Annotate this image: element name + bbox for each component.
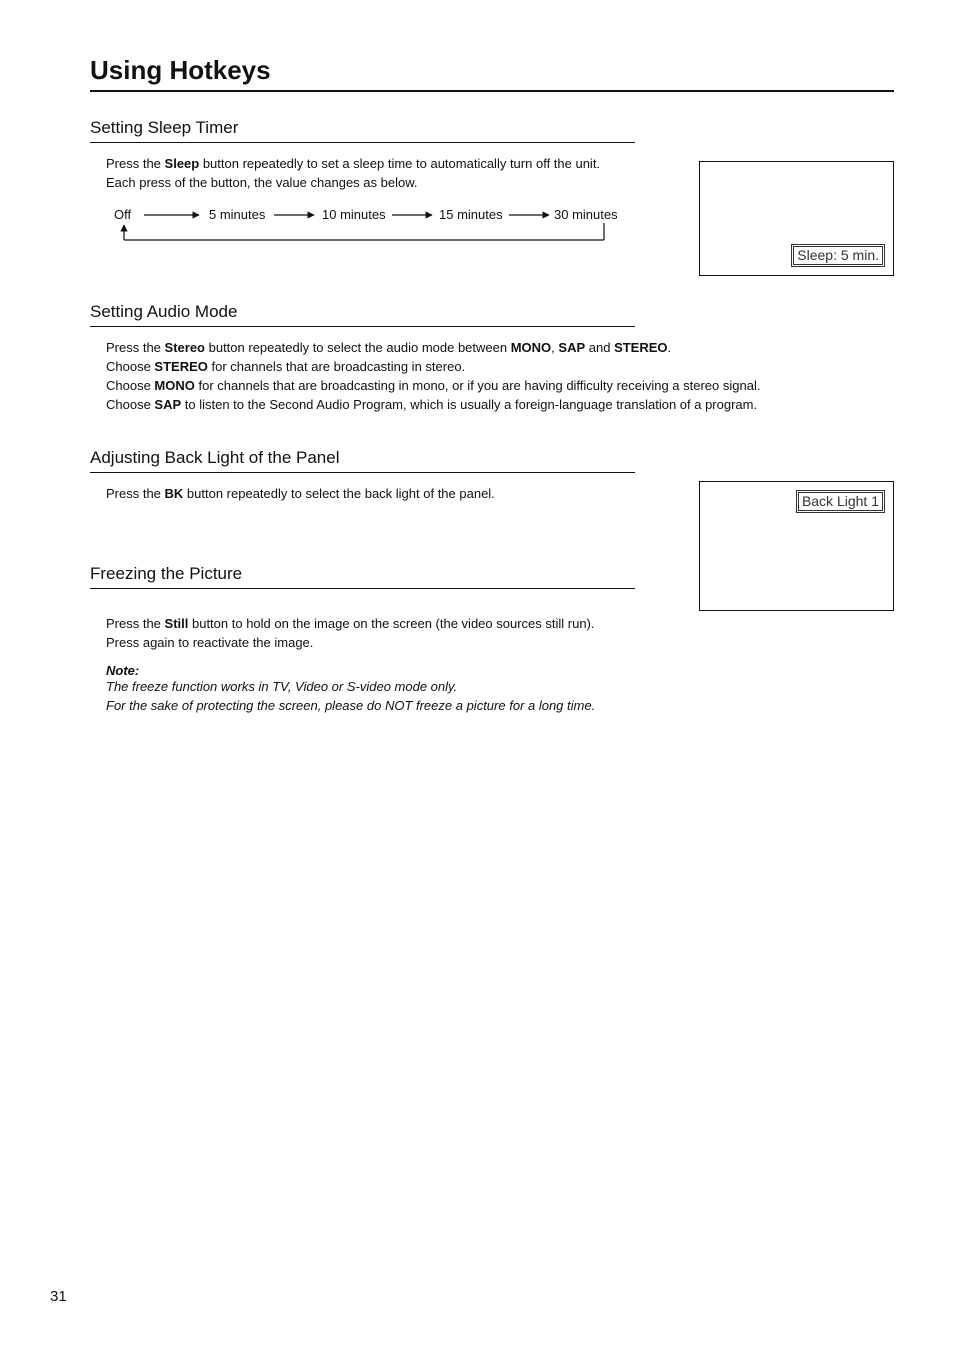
audio-p2: Choose STEREO for channels that are broa… <box>106 358 894 377</box>
bold-stereo-mode: STEREO <box>614 340 667 355</box>
bold-sap: SAP <box>558 340 585 355</box>
section-heading-backlight: Adjusting Back Light of the Panel <box>90 448 635 473</box>
bold-sleep-word: Sleep <box>165 156 200 171</box>
sleep-intro: Press the Sleep button repeatedly to set… <box>106 155 626 193</box>
audio-p4: Choose SAP to listen to the Second Audio… <box>106 396 894 415</box>
text: button repeatedly to select the back lig… <box>183 486 495 501</box>
sleep-flow-diagram: Off 5 minutes 10 minutes 15 minutes 30 m… <box>104 205 669 265</box>
flow-5: 5 minutes <box>209 207 266 222</box>
section-heading-sleep: Setting Sleep Timer <box>90 118 635 143</box>
text: Choose <box>106 397 154 412</box>
note-line-1: The freeze function works in TV, Video o… <box>106 678 894 697</box>
sleep-osd-badge: Sleep: 5 min. <box>791 244 885 267</box>
text: Choose <box>106 359 154 374</box>
backlight-body: Press the BK button repeatedly to select… <box>106 485 669 504</box>
text: for channels that are broadcasting in mo… <box>195 378 761 393</box>
bold-stereo-btn: Stereo <box>165 340 205 355</box>
backlight-left: Press the BK button repeatedly to select… <box>90 485 669 601</box>
freeze-body: Press the Still button to hold on the im… <box>106 615 894 653</box>
text: for channels that are broadcasting in st… <box>208 359 465 374</box>
section-heading-audio: Setting Audio Mode <box>90 302 635 327</box>
section-heading-freeze: Freezing the Picture <box>90 564 635 589</box>
bold-bk: BK <box>165 486 184 501</box>
document-page: Using Hotkeys Setting Sleep Timer Press … <box>0 0 954 1345</box>
backlight-osd-box: Back Light 1 <box>699 481 894 611</box>
sleep-osd-box: Sleep: 5 min. <box>699 161 894 276</box>
text: and <box>585 340 614 355</box>
text: Press the <box>106 486 165 501</box>
text: Press the <box>106 616 165 631</box>
flow-off: Off <box>114 207 131 222</box>
flow-svg: Off 5 minutes 10 minutes 15 minutes 30 m… <box>104 205 624 265</box>
text: Press the <box>106 340 165 355</box>
text: button to hold on the image on the scree… <box>188 616 594 631</box>
bold-sap2: SAP <box>154 397 181 412</box>
page-title: Using Hotkeys <box>90 55 894 92</box>
audio-p3: Choose MONO for channels that are broadc… <box>106 377 894 396</box>
sleep-left: Press the Sleep button repeatedly to set… <box>90 155 669 265</box>
text: button repeatedly to select the audio mo… <box>205 340 511 355</box>
bold-still: Still <box>165 616 189 631</box>
note-label: Note: <box>106 663 894 678</box>
flow-30: 30 minutes <box>554 207 618 222</box>
sleep-row: Press the Sleep button repeatedly to set… <box>90 155 894 276</box>
flow-10: 10 minutes <box>322 207 386 222</box>
audio-body: Press the Stereo button repeatedly to se… <box>106 339 894 414</box>
bold-mono2: MONO <box>154 378 194 393</box>
freeze-p2: Press again to reactivate the image. <box>106 634 894 653</box>
bold-mono: MONO <box>511 340 551 355</box>
text: Press the <box>106 156 165 171</box>
text: . <box>668 340 672 355</box>
text: to listen to the Second Audio Program, w… <box>181 397 757 412</box>
bold-stereo2: STEREO <box>154 359 207 374</box>
text: Choose <box>106 378 154 393</box>
freeze-p1: Press the Still button to hold on the im… <box>106 615 894 634</box>
note-line-2: For the sake of protecting the screen, p… <box>106 697 894 716</box>
flow-15: 15 minutes <box>439 207 503 222</box>
backlight-row: Press the BK button repeatedly to select… <box>90 485 894 611</box>
audio-p1: Press the Stereo button repeatedly to se… <box>106 339 894 358</box>
page-number: 31 <box>50 1288 67 1305</box>
backlight-osd-badge: Back Light 1 <box>796 490 885 513</box>
